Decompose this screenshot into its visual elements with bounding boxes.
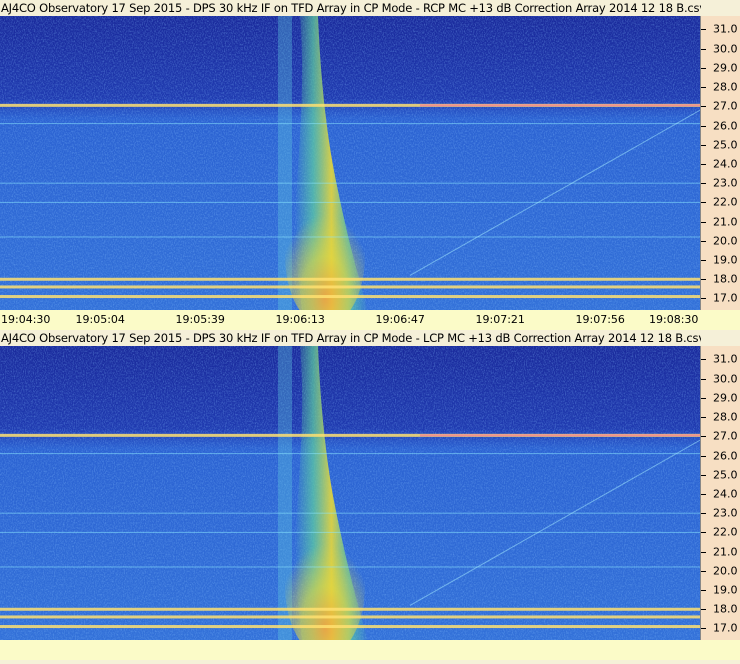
frequency-tick-label: 21.0 bbox=[713, 215, 738, 229]
frequency-tick-label: 24.0 bbox=[713, 487, 738, 501]
frequency-tick-label: 27.0 bbox=[713, 99, 738, 113]
frequency-tick bbox=[701, 628, 706, 630]
interference-line bbox=[0, 531, 700, 533]
frequency-tick bbox=[701, 455, 706, 457]
spectrogram-svg bbox=[0, 16, 700, 310]
frequency-tick-label: 20.0 bbox=[713, 564, 738, 578]
panel-title: AJ4CO Observatory 17 Sep 2015 - DPS 30 k… bbox=[0, 0, 701, 16]
interference-line bbox=[0, 625, 700, 629]
panel-title: AJ4CO Observatory 17 Sep 2015 - DPS 30 k… bbox=[0, 330, 701, 346]
frequency-tick-label: 24.0 bbox=[713, 157, 738, 171]
frequency-tick bbox=[701, 279, 706, 281]
frequency-tick-label: 20.0 bbox=[713, 234, 738, 248]
frequency-tick-label: 29.0 bbox=[713, 61, 738, 75]
interference-line bbox=[0, 615, 700, 619]
frequency-tick bbox=[701, 144, 706, 146]
frequency-tick bbox=[701, 163, 706, 165]
frequency-tick bbox=[701, 67, 706, 69]
frequency-tick-label: 21.0 bbox=[713, 545, 738, 559]
interference-line bbox=[0, 201, 700, 203]
frequency-tick bbox=[701, 436, 706, 438]
frequency-tick-label: 31.0 bbox=[713, 22, 738, 36]
time-axis: 19:04:30 19:05:04 19:05:39 19:06:13 19:06:47… bbox=[0, 310, 740, 330]
frequency-tick bbox=[701, 260, 706, 262]
time-tick-label: 19:05:04 bbox=[75, 313, 125, 326]
frequency-tick-label: 25.0 bbox=[713, 138, 738, 152]
interference-line bbox=[0, 182, 700, 184]
frequency-tick bbox=[701, 551, 706, 553]
frequency-tick bbox=[701, 106, 706, 108]
frequency-tick-label: 22.0 bbox=[713, 195, 738, 209]
frequency-tick bbox=[701, 125, 706, 127]
time-tick-label: 19:06:47 bbox=[375, 313, 425, 326]
frequency-tick-label: 30.0 bbox=[713, 42, 738, 56]
frequency-tick-label: 28.0 bbox=[713, 410, 738, 424]
time-tick-label: 19:04:30 bbox=[1, 313, 51, 326]
frequency-tick bbox=[701, 513, 706, 515]
interference-line bbox=[0, 295, 700, 299]
time-tick-label: 19:08:30 bbox=[649, 313, 699, 326]
frequency-tick-label: 30.0 bbox=[713, 372, 738, 386]
frequency-tick bbox=[701, 359, 706, 361]
interference-line bbox=[0, 453, 700, 455]
spectrogram-lcp bbox=[0, 346, 700, 640]
frequency-tick bbox=[701, 378, 706, 380]
interference-highlight bbox=[420, 104, 700, 107]
frequency-tick bbox=[701, 570, 706, 572]
interference-line bbox=[0, 285, 700, 289]
interference-line bbox=[0, 277, 700, 281]
frequency-tick bbox=[701, 493, 706, 495]
frequency-tick bbox=[701, 532, 706, 534]
frequency-tick bbox=[701, 221, 706, 223]
frequency-tick bbox=[701, 417, 706, 419]
frequency-tick bbox=[701, 87, 706, 89]
frequency-axis: 31.0 30.0 29.0 28.0 27.0 26.0 25.0 24.0 23.0 22.0… bbox=[700, 346, 740, 640]
frequency-tick-label: 19.0 bbox=[713, 583, 738, 597]
frequency-tick-label: 31.0 bbox=[713, 352, 738, 366]
frequency-tick-label: 25.0 bbox=[713, 468, 738, 482]
frequency-tick bbox=[701, 590, 706, 592]
frequency-tick-label: 19.0 bbox=[713, 253, 738, 267]
frequency-tick bbox=[701, 202, 706, 204]
time-tick-label: 19:06:13 bbox=[275, 313, 325, 326]
time-axis bbox=[0, 640, 740, 660]
frequency-tick bbox=[701, 240, 706, 242]
spectrogram-rcp bbox=[0, 16, 700, 310]
frequency-tick-label: 17.0 bbox=[713, 291, 738, 305]
frequency-tick bbox=[701, 298, 706, 300]
interference-line bbox=[0, 566, 700, 568]
frequency-tick-label: 26.0 bbox=[713, 449, 738, 463]
frequency-tick bbox=[701, 183, 706, 185]
frequency-tick-label: 27.0 bbox=[713, 429, 738, 443]
frequency-axis: 31.0 30.0 29.0 28.0 27.0 26.0 25.0 24.0 23.0 22.0… bbox=[700, 16, 740, 310]
spectrogram-svg bbox=[0, 346, 700, 640]
interference-line bbox=[0, 607, 700, 611]
frequency-tick-label: 23.0 bbox=[713, 506, 738, 520]
frequency-tick-label: 22.0 bbox=[713, 525, 738, 539]
frequency-tick bbox=[701, 474, 706, 476]
interference-highlight bbox=[420, 434, 700, 437]
frequency-tick-label: 26.0 bbox=[713, 119, 738, 133]
interference-line bbox=[0, 123, 700, 125]
frequency-tick-label: 23.0 bbox=[713, 176, 738, 190]
interference-line bbox=[0, 236, 700, 238]
frequency-tick-label: 18.0 bbox=[713, 602, 738, 616]
frequency-tick-label: 18.0 bbox=[713, 272, 738, 286]
frequency-tick-label: 29.0 bbox=[713, 391, 738, 405]
time-tick-label: 19:07:56 bbox=[575, 313, 625, 326]
frequency-tick bbox=[701, 29, 706, 31]
time-tick-label: 19:07:21 bbox=[475, 313, 525, 326]
frequency-tick-label: 28.0 bbox=[713, 80, 738, 94]
frequency-tick bbox=[701, 397, 706, 399]
frequency-tick bbox=[701, 48, 706, 50]
interference-line bbox=[0, 512, 700, 514]
frequency-tick bbox=[701, 609, 706, 611]
frequency-tick-label: 17.0 bbox=[713, 621, 738, 635]
time-tick-label: 19:05:39 bbox=[175, 313, 225, 326]
